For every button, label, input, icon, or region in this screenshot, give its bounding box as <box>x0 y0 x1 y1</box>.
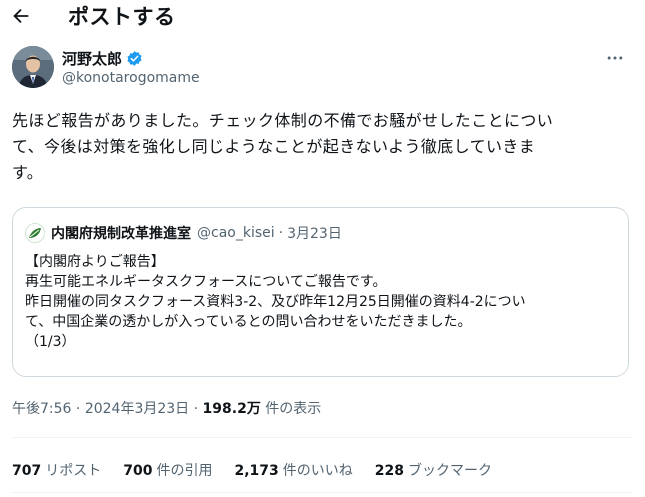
quoted-separator: · <box>278 225 284 241</box>
stat-bookmarks[interactable]: 228 ブックマーク <box>375 460 492 480</box>
stat-count: 700 <box>123 463 153 479</box>
author-name-text: 河野太郎 <box>62 50 123 68</box>
stat-quotes[interactable]: 700 件の引用 <box>123 460 212 480</box>
post-text: 先ほど報告がありました。チェック体制の不備でお騒がせしたことについ て、今後は対… <box>12 108 630 186</box>
quoted-text-line: 昨日開催の同タスクフォース資料3-2、及び昨年12月25日開催の資料4-2につい <box>25 294 526 310</box>
post-meta: 午後7:56 · 2024年3月23日 · 198.2万 件の表示 <box>12 398 321 418</box>
more-button[interactable] <box>602 46 628 70</box>
stat-count: 2,173 <box>234 463 279 479</box>
quoted-post-text: 【内閣府よりご報告】 再生可能エネルギータスクフォースについてご報告です。 昨日… <box>25 252 620 352</box>
quoted-text-line: て、中国企業の透かしが入っているとの問い合わせをいただきました。 <box>25 314 472 330</box>
quoted-post-header: 内閣府規制改革推進室 @cao_kisei · 3月23日 <box>25 223 342 243</box>
author-block: 河野太郎 @konotarogomame <box>12 44 632 94</box>
arrow-left-icon <box>13 8 29 24</box>
post-text-line: す。 <box>12 163 44 182</box>
quoted-text-line: 再生可能エネルギータスクフォースについてご報告です。 <box>25 274 387 290</box>
page-title: ポストする <box>68 5 176 29</box>
divider <box>12 492 632 493</box>
quoted-text-line: 【内閣府よりご報告】 <box>25 254 165 270</box>
post-time[interactable]: 午後7:56 <box>12 401 71 417</box>
quoted-author-name: 内閣府規制改革推進室 <box>51 226 191 242</box>
meta-separator: · <box>193 401 199 417</box>
divider <box>12 437 632 438</box>
post-text-line: 先ほど報告がありました。チェック体制の不備でお騒がせしたことについ <box>12 111 554 130</box>
back-button[interactable] <box>6 2 36 30</box>
verified-badge-icon <box>127 51 142 66</box>
quoted-text-line: （1/3） <box>25 334 76 350</box>
stat-reposts[interactable]: 707 リポスト <box>12 460 101 480</box>
engagement-stats: 707 リポスト 700 件の引用 2,173 件のいいね 228 ブックマーク <box>12 460 514 480</box>
page-header: ポストする <box>0 0 645 34</box>
post-date[interactable]: 2024年3月23日 <box>85 401 189 417</box>
stat-count: 228 <box>374 463 404 479</box>
view-label: 件の表示 <box>265 401 322 417</box>
quoted-avatar[interactable] <box>25 223 45 243</box>
view-count: 198.2万 <box>202 401 261 417</box>
more-icon <box>607 56 623 60</box>
stat-label: ブックマーク <box>408 463 492 479</box>
stat-likes[interactable]: 2,173 件のいいね <box>234 460 352 480</box>
stat-count: 707 <box>12 463 42 479</box>
avatar-image <box>12 46 54 88</box>
avatar[interactable] <box>12 46 54 88</box>
post-text-line: て、今後は対策を強化し同じようなことが起きないよう徹底していきま <box>12 137 536 156</box>
quoted-post[interactable]: 内閣府規制改革推進室 @cao_kisei · 3月23日 【内閣府よりご報告】… <box>12 207 629 377</box>
author-name[interactable]: 河野太郎 <box>62 48 143 69</box>
leaf-logo-icon <box>29 228 41 238</box>
stat-label: 件のいいね <box>282 463 353 479</box>
author-handle[interactable]: @konotarogomame <box>62 70 200 86</box>
stat-label: 件の引用 <box>156 463 213 479</box>
quoted-date: 3月23日 <box>287 226 342 242</box>
quoted-author-handle: @cao_kisei <box>197 225 275 241</box>
stat-label: リポスト <box>45 463 102 479</box>
meta-separator: · <box>75 401 81 417</box>
